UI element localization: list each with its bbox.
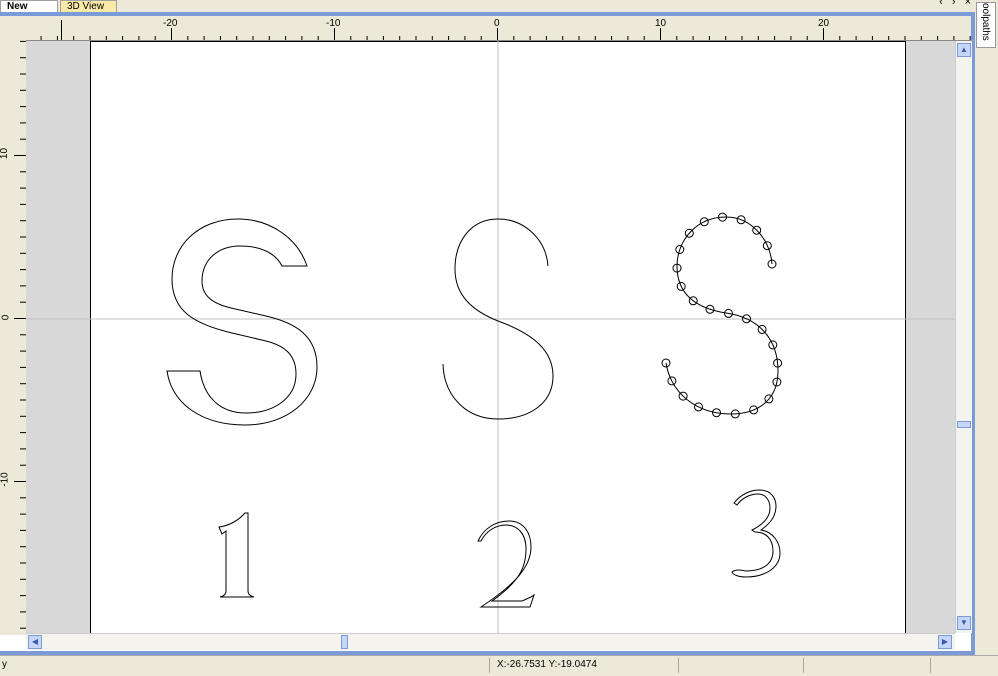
vertical-ruler: 10 0 -10 xyxy=(0,40,27,635)
scroll-right-button[interactable]: ▶ xyxy=(938,635,952,649)
ruler-label-h-0: 0 xyxy=(494,18,500,29)
toolpaths-tab-label: oolpaths xyxy=(980,3,991,41)
ruler-corner xyxy=(0,16,26,40)
tab-3d-view[interactable]: 3D View xyxy=(60,0,117,12)
cursor-coordinates: X:-26.7531 Y:-19.0474 xyxy=(497,659,597,670)
ruler-label-v-neg10: -10 xyxy=(0,472,11,487)
ruler-label-h-10: 10 xyxy=(655,18,667,29)
status-separator xyxy=(930,658,931,673)
ruler-label-h-neg10: -10 xyxy=(326,18,341,29)
status-bar: y X:-26.7531 Y:-19.0474 xyxy=(0,655,998,676)
scroll-up-button[interactable]: ▲ xyxy=(957,43,971,57)
arrow-down-icon: ▼ xyxy=(960,618,968,627)
horizontal-ruler: -20 -10 0 10 20 xyxy=(26,16,971,41)
drawing-canvas[interactable] xyxy=(26,41,955,633)
arrow-up-icon: ▲ xyxy=(960,45,968,54)
tab-new[interactable]: New xyxy=(0,0,58,12)
arrow-left-icon: ◀ xyxy=(31,637,39,646)
status-separator xyxy=(678,658,679,673)
toolpaths-tab[interactable]: oolpaths xyxy=(976,2,996,48)
ruler-label-v-0: 0 xyxy=(0,314,12,321)
vertical-scrollbar[interactable]: ▲ ▼ xyxy=(955,41,972,633)
horizontal-scrollbar[interactable]: ◀ ▶ xyxy=(26,633,955,650)
arrow-right-icon: ▶ xyxy=(941,637,949,646)
status-separator xyxy=(803,658,804,673)
ruler-label-h-neg20: -20 xyxy=(163,18,178,29)
vertical-ruler-ticks xyxy=(14,40,26,629)
drawing-svg[interactable] xyxy=(26,41,955,633)
ruler-label-v-10: 10 xyxy=(0,147,11,160)
vertical-scroll-thumb[interactable] xyxy=(957,421,971,428)
window-controls[interactable]: ‹ › × xyxy=(939,0,974,8)
scroll-down-button[interactable]: ▼ xyxy=(957,616,971,630)
horizontal-scroll-thumb[interactable] xyxy=(341,635,348,649)
ruler-label-h-20: 20 xyxy=(818,18,830,29)
status-separator xyxy=(489,658,490,673)
scroll-left-button[interactable]: ◀ xyxy=(28,635,42,649)
side-panel xyxy=(975,0,998,655)
status-left-text: y xyxy=(2,659,7,670)
